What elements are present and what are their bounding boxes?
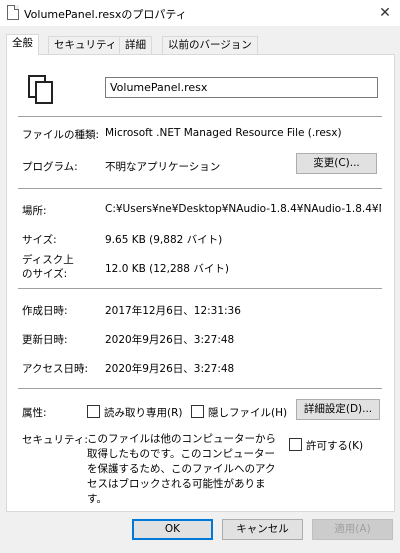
hidden-checkbox[interactable]: 隠しファイル(H)	[191, 405, 287, 420]
separator	[18, 116, 382, 117]
created-value: 2017年12月6日、12:31:36	[105, 305, 241, 317]
readonly-checkbox[interactable]: 読み取り専用(R)	[87, 405, 183, 420]
unblock-checkbox-label: 許可する(K)	[306, 440, 364, 452]
tab-details[interactable]: 詳細	[119, 36, 152, 54]
title-bar: VolumePanel.resxのプロパティ ✕	[0, 0, 400, 26]
hidden-checkbox-box[interactable]	[191, 405, 204, 418]
program-label: プログラム:	[22, 161, 78, 173]
file-name-input[interactable]	[105, 77, 378, 98]
readonly-checkbox-label: 読み取り専用(R)	[104, 407, 183, 419]
security-label: セキュリティ:	[22, 434, 88, 446]
created-label: 作成日時:	[22, 305, 68, 317]
separator	[18, 288, 382, 289]
disk-size-label: ディスク上 のサイズ:	[22, 254, 74, 280]
file-type-value: Microsoft .NET Managed Resource File (.r…	[105, 127, 342, 139]
readonly-checkbox-box[interactable]	[87, 405, 100, 418]
ok-button[interactable]: OK	[132, 519, 213, 540]
tab-general[interactable]: 全般	[6, 34, 39, 55]
tab-previous-versions[interactable]: 以前のバージョン	[162, 36, 258, 54]
security-warning-text: このファイルは他のコンピューターから取得したものです。このコンピューターを保護す…	[87, 433, 276, 505]
location-value: C:¥Users¥ne¥Desktop¥NAudio-1.8.4¥NAudio-…	[105, 203, 381, 215]
program-value: 不明なアプリケーション	[105, 161, 221, 173]
separator	[18, 188, 382, 189]
close-button[interactable]: ✕	[370, 0, 400, 26]
apply-button[interactable]: 適用(A)	[312, 519, 393, 540]
accessed-value: 2020年9月26日、3:27:48	[105, 363, 235, 375]
modified-value: 2020年9月26日、3:27:48	[105, 334, 235, 346]
unblock-checkbox[interactable]: 許可する(K)	[289, 438, 363, 453]
advanced-attributes-button[interactable]: 詳細設定(D)...	[296, 399, 380, 420]
location-label: 場所:	[22, 205, 47, 217]
hidden-checkbox-label: 隠しファイル(H)	[208, 407, 288, 419]
size-value: 9.65 KB (9,882 バイト)	[105, 234, 223, 246]
disk-size-value: 12.0 KB (12,288 バイト)	[105, 263, 229, 275]
cancel-button[interactable]: キャンセル	[222, 519, 303, 540]
unblock-checkbox-box[interactable]	[289, 438, 302, 451]
file-type-label: ファイルの種類:	[22, 129, 100, 141]
document-icon	[28, 75, 53, 104]
general-panel: ファイルの種類: Microsoft .NET Managed Resource…	[6, 54, 395, 512]
attributes-label: 属性:	[22, 407, 47, 419]
size-label: サイズ:	[22, 234, 57, 246]
separator	[18, 388, 382, 389]
window-title: VolumePanel.resxのプロパティ	[24, 8, 187, 21]
tab-security[interactable]: セキュリティ	[48, 36, 123, 54]
change-program-button[interactable]: 変更(C)...	[296, 153, 377, 174]
file-icon	[7, 5, 19, 20]
modified-label: 更新日時:	[22, 334, 68, 346]
accessed-label: アクセス日時:	[22, 363, 89, 375]
